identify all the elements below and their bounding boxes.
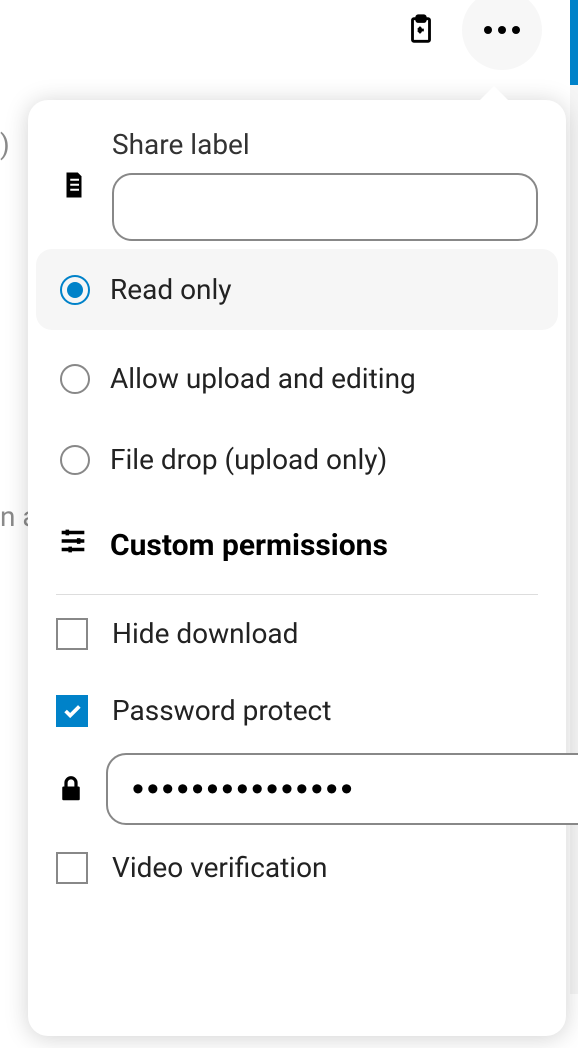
password-field-row [28,749,566,829]
sliders-icon [56,524,90,566]
video-verification-label: Video verification [112,851,328,884]
more-options-button[interactable] [462,0,542,70]
custom-permissions-row[interactable]: Custom permissions [28,500,566,594]
video-verification-row[interactable]: Video verification [28,829,566,906]
radio-icon [60,364,90,394]
radio-icon [60,445,90,475]
option-allow-upload[interactable]: Allow upload and editing [28,338,566,419]
bg-frag-1: ) [0,128,10,161]
top-toolbar [0,0,570,60]
password-protect-label: Password protect [112,694,331,727]
file-text-icon [56,128,92,200]
share-label-section: Share label [28,100,566,241]
hide-download-row[interactable]: Hide download [28,595,566,672]
hide-download-label: Hide download [112,617,298,650]
background-text: ) n a [0,0,28,1048]
option-file-drop[interactable]: File drop (upload only) [28,419,566,500]
more-horizontal-icon [484,26,520,34]
checkbox-icon [56,695,88,727]
option-label: Read only [110,273,232,306]
checkbox-icon [56,852,88,884]
password-protect-row[interactable]: Password protect [28,672,566,749]
option-label: Allow upload and editing [110,362,416,395]
password-input[interactable] [106,753,578,825]
share-label-input[interactable] [112,173,538,241]
clipboard-arrow-icon[interactable] [404,13,438,47]
option-label: File drop (upload only) [110,443,387,476]
custom-permissions-label: Custom permissions [110,528,388,563]
accent-bar [570,0,578,85]
lock-icon [56,774,86,804]
option-read-only[interactable]: Read only [36,249,558,330]
share-label-title: Share label [112,128,538,161]
scrollbar-track[interactable] [570,85,578,994]
share-settings-popover: Share label Read only Allow upload and e… [28,100,566,1036]
radio-icon [60,275,90,305]
checkbox-icon [56,618,88,650]
